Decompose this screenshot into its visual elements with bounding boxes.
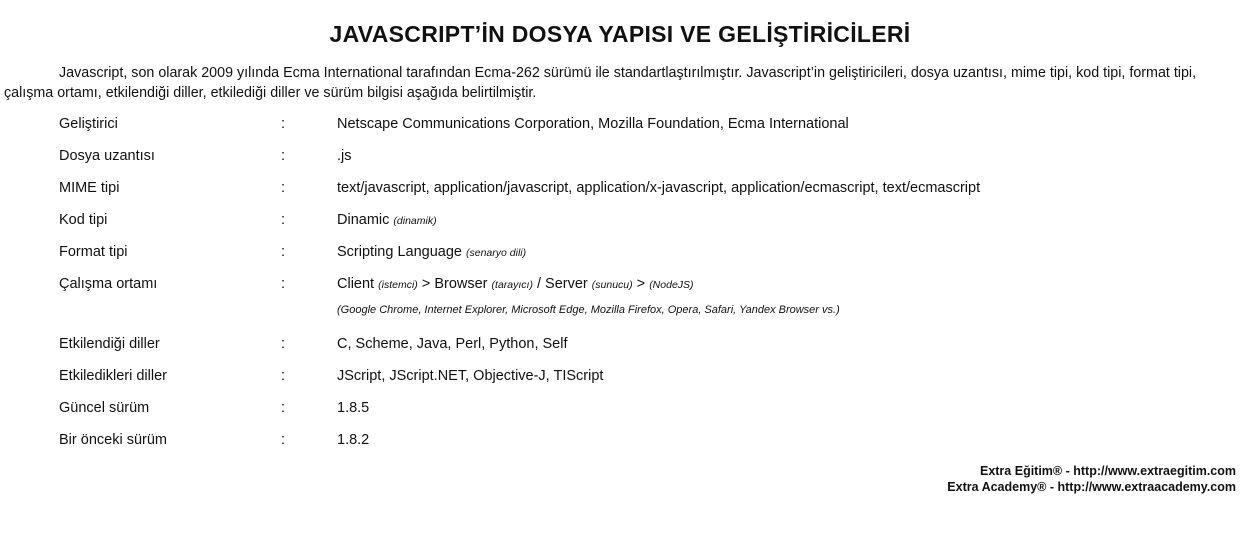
row-value: Client (istemci) > Browser (tarayıcı) / … <box>337 276 694 292</box>
row-value: JScript, JScript.NET, Objective-J, TIScr… <box>337 368 604 384</box>
browsers-list: (Google Chrome, Internet Explorer, Micro… <box>337 304 840 316</box>
row-current-version: Güncel sürüm : 1.8.5 <box>59 396 1239 428</box>
row-label: Güncel sürüm <box>59 400 150 416</box>
row-separator: : <box>281 244 286 260</box>
row-label: Geliştirici <box>59 116 118 132</box>
row-format-type: Format tipi : Scripting Language (senary… <box>59 240 1239 272</box>
row-influenced-by: Etkilendiği diller : C, Scheme, Java, Pe… <box>59 332 1239 364</box>
footer-credits: Extra Eğitim® - http://www.extraegitim.c… <box>947 463 1236 495</box>
row-extension: Dosya uzantısı : .js <box>59 144 1239 176</box>
row-separator: : <box>281 400 286 416</box>
intro-paragraph: Javascript, son olarak 2009 yılında Ecma… <box>4 65 1197 101</box>
row-developer: Geliştirici : Netscape Communications Co… <box>59 112 1239 144</box>
row-influenced: Etkiledikleri diller : JScript, JScript.… <box>59 364 1239 396</box>
runtime-arrow: > <box>632 276 650 292</box>
row-label: MIME tipi <box>59 180 120 196</box>
runtime-browser-note: (tarayıcı) <box>491 279 533 291</box>
format-type-note: (senaryo dili) <box>466 247 527 259</box>
code-type-value: Dinamic <box>337 212 390 228</box>
row-separator: : <box>281 276 286 292</box>
row-separator: : <box>281 212 286 228</box>
runtime-server: Server <box>545 276 588 292</box>
row-separator: : <box>281 368 286 384</box>
info-table: Geliştirici : Netscape Communications Co… <box>59 112 1239 460</box>
row-separator: : <box>281 116 286 132</box>
row-value: Scripting Language (senaryo dili) <box>337 244 526 260</box>
row-value: Netscape Communications Corporation, Moz… <box>337 116 849 132</box>
row-label: Dosya uzantısı <box>59 148 155 164</box>
row-mime: MIME tipi : text/javascript, application… <box>59 176 1239 208</box>
row-label: Etkilendiği diller <box>59 336 160 352</box>
runtime-arrow: > <box>417 276 435 292</box>
runtime-node-note: (NodeJS) <box>649 279 694 291</box>
row-value: Dinamic (dinamik) <box>337 212 437 228</box>
page-title: JAVASCRIPT’İN DOSYA YAPISI VE GELİŞTİRİC… <box>329 21 911 47</box>
runtime-slash: / <box>532 276 546 292</box>
row-label: Etkiledikleri diller <box>59 368 167 384</box>
footer-line-extra-academy: Extra Academy® - http://www.extraacademy… <box>947 480 1236 494</box>
footer-line-extra-egitim: Extra Eğitim® - http://www.extraegitim.c… <box>979 464 1236 478</box>
row-value: .js <box>337 148 352 164</box>
row-separator: : <box>281 180 286 196</box>
row-separator: : <box>281 432 286 448</box>
row-label: Çalışma ortamı <box>59 276 158 292</box>
row-value: 1.8.5 <box>337 400 370 416</box>
row-previous-version: Bir önceki sürüm : 1.8.2 <box>59 428 1239 460</box>
row-label: Bir önceki sürüm <box>59 432 167 448</box>
runtime-server-note: (sunucu) <box>591 279 633 291</box>
row-value: 1.8.2 <box>337 432 370 448</box>
row-label: Format tipi <box>59 244 128 260</box>
row-value: text/javascript, application/javascript,… <box>337 180 981 196</box>
row-value: C, Scheme, Java, Perl, Python, Self <box>337 336 568 352</box>
row-label: Kod tipi <box>59 212 108 228</box>
row-runtime: Çalışma ortamı : Client (istemci) > Brow… <box>59 272 1239 304</box>
runtime-browser: Browser <box>434 276 488 292</box>
row-browsers: (Google Chrome, Internet Explorer, Micro… <box>59 304 1239 332</box>
format-type-value: Scripting Language <box>337 244 462 260</box>
row-separator: : <box>281 148 286 164</box>
row-code-type: Kod tipi : Dinamic (dinamik) <box>59 208 1239 240</box>
row-separator: : <box>281 336 286 352</box>
runtime-client: Client <box>337 276 375 292</box>
runtime-client-note: (istemci) <box>378 279 418 291</box>
code-type-note: (dinamik) <box>393 215 437 227</box>
